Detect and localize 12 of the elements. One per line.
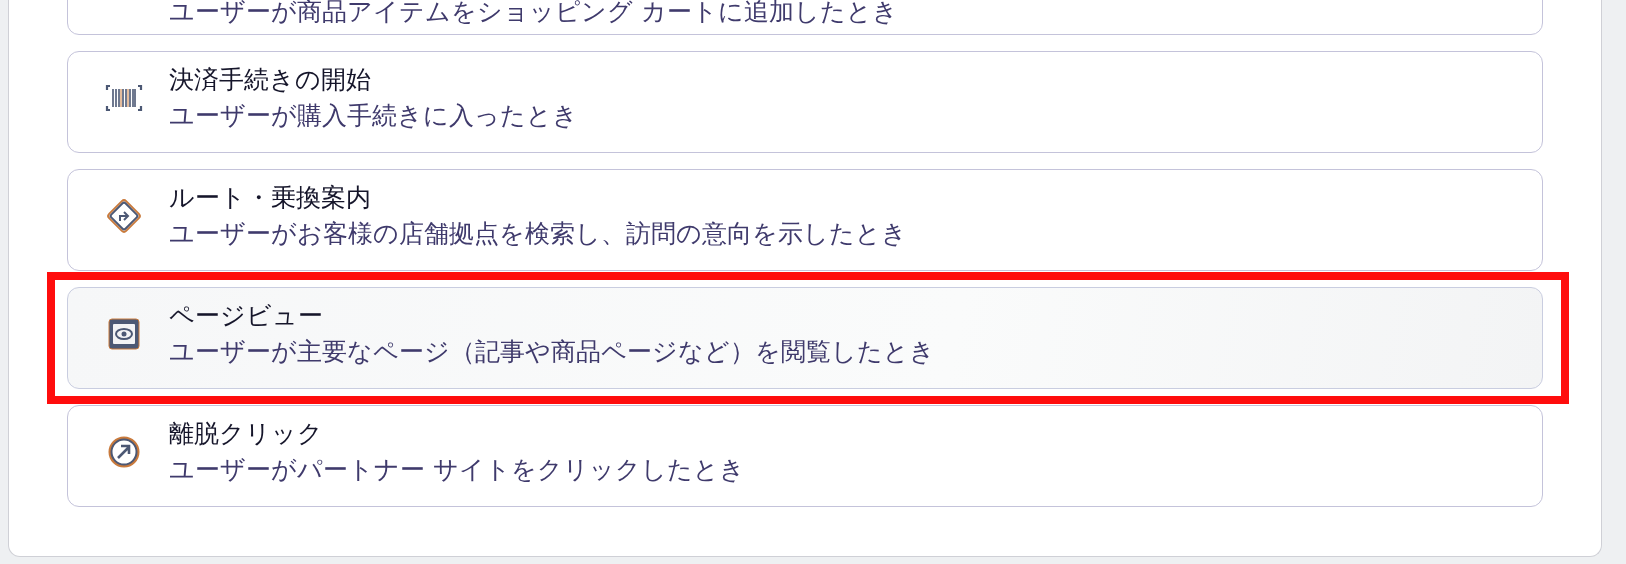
event-option[interactable]: ページビュー ユーザーが主要なページ（記事や商品ページなど）を閲覧したとき bbox=[67, 287, 1543, 389]
event-title: ルート・乗換案内 bbox=[169, 181, 372, 214]
event-title: ページビュー bbox=[169, 299, 324, 332]
event-description: ユーザーが主要なページ（記事や商品ページなど）を閲覧したとき bbox=[169, 336, 935, 368]
event-title: 離脱クリック bbox=[169, 417, 324, 450]
event-title: 決済手続きの開始 bbox=[169, 63, 372, 96]
event-description: ユーザーがお客様の店舗拠点を検索し、訪問の意向を示したとき bbox=[169, 218, 907, 250]
event-option[interactable]: ルート・乗換案内 ユーザーがお客様の店舗拠点を検索し、訪問の意向を示したとき bbox=[67, 169, 1543, 271]
event-description: ユーザーがパートナー サイトをクリックしたとき bbox=[169, 454, 745, 486]
event-option[interactable]: 決済手続きの開始 ユーザーが購入手続きに入ったとき bbox=[67, 51, 1543, 153]
event-description: ユーザーが購入手続きに入ったとき bbox=[169, 100, 578, 132]
event-option[interactable]: 離脱クリック ユーザーがパートナー サイトをクリックしたとき bbox=[67, 405, 1543, 507]
